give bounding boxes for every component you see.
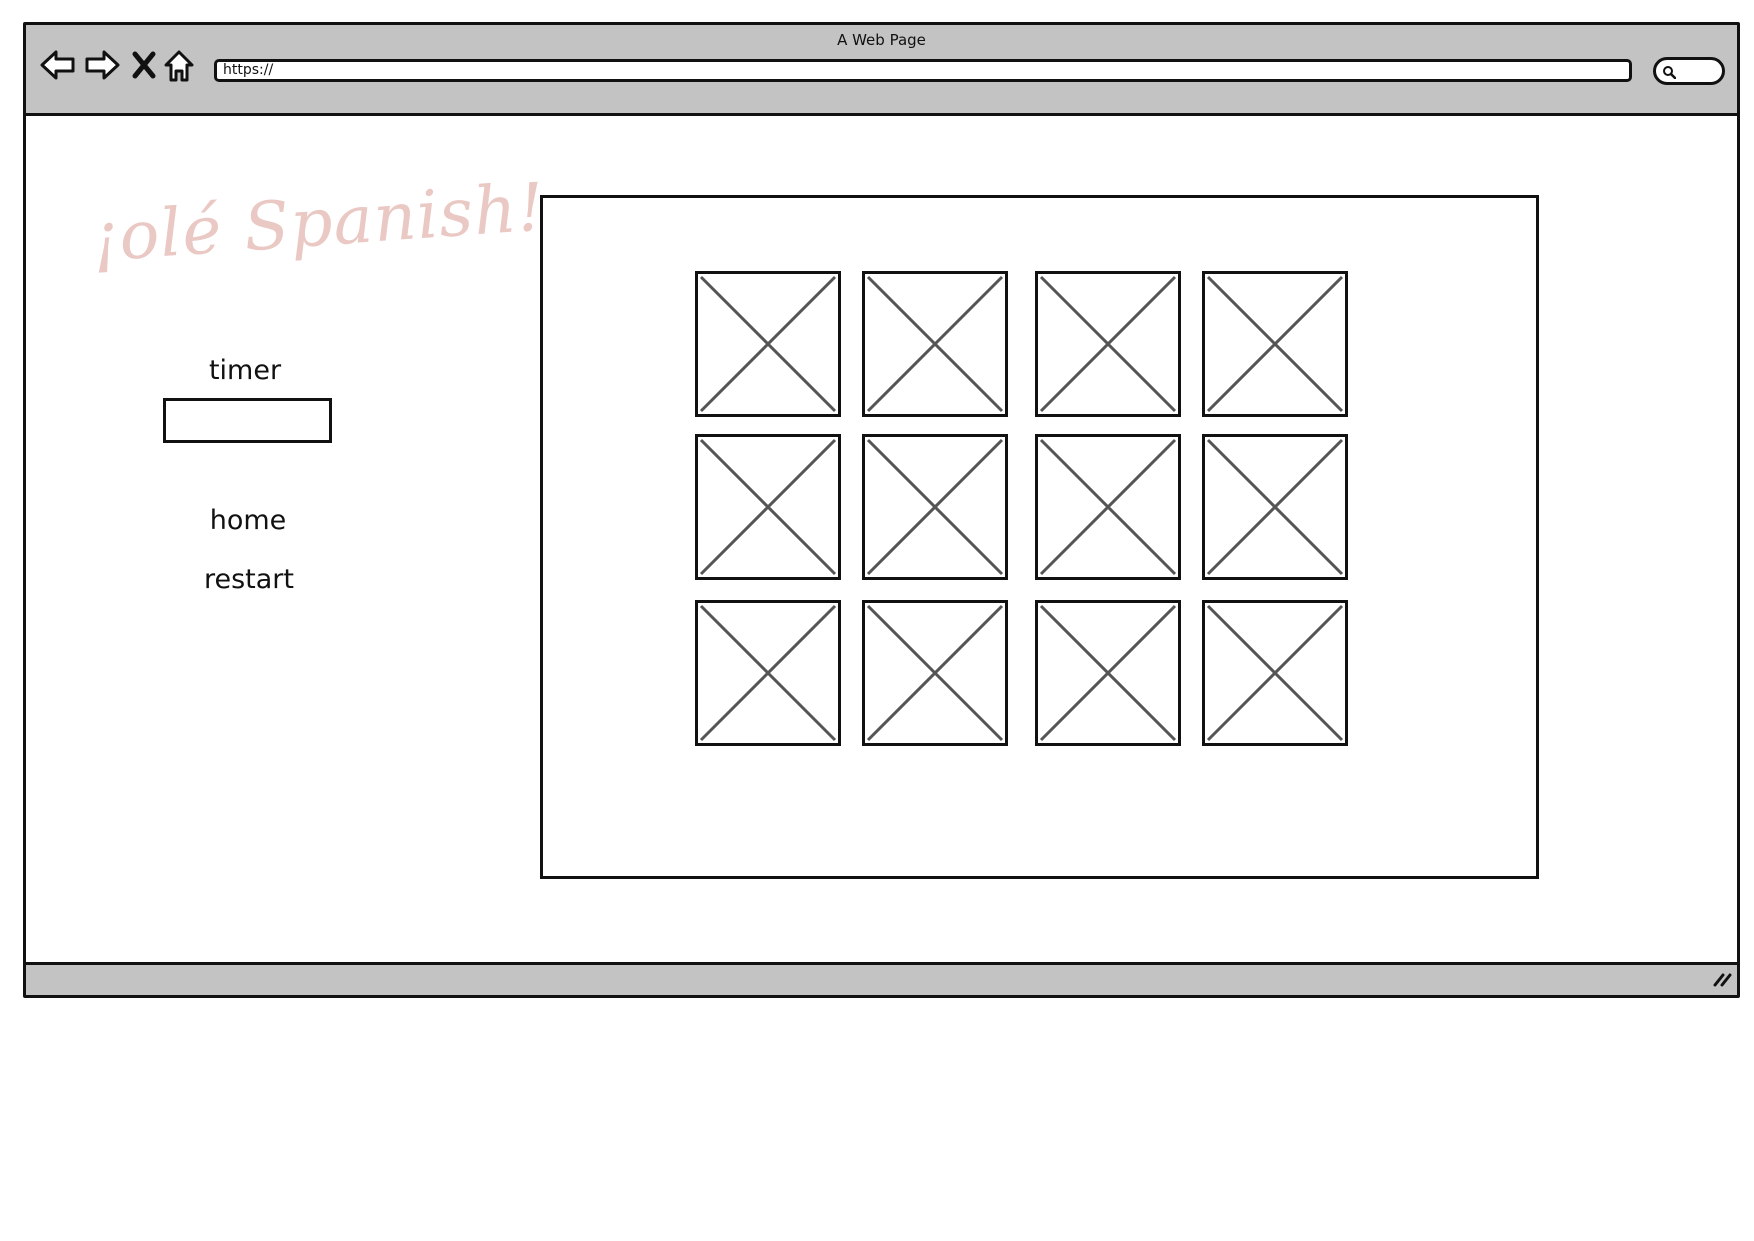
memory-card[interactable] bbox=[1035, 434, 1181, 580]
window-title: A Web Page bbox=[837, 31, 926, 49]
game-board bbox=[540, 195, 1539, 879]
close-icon[interactable] bbox=[132, 49, 156, 85]
image-placeholder-icon bbox=[866, 438, 1004, 576]
memory-card[interactable] bbox=[1035, 271, 1181, 417]
timer-display bbox=[163, 398, 332, 443]
image-placeholder-icon bbox=[1206, 604, 1344, 742]
memory-card[interactable] bbox=[695, 271, 841, 417]
memory-card[interactable] bbox=[1202, 600, 1348, 746]
image-placeholder-icon bbox=[866, 604, 1004, 742]
browser-toolbar: A Web Page https:// bbox=[26, 25, 1737, 116]
image-placeholder-icon bbox=[1039, 438, 1177, 576]
memory-card[interactable] bbox=[695, 434, 841, 580]
memory-card[interactable] bbox=[862, 600, 1008, 746]
back-arrow-icon[interactable] bbox=[40, 49, 76, 85]
page: A Web Page https:// ¡olé Spanish! timer … bbox=[0, 0, 1754, 1241]
memory-card[interactable] bbox=[1035, 600, 1181, 746]
image-placeholder-icon bbox=[866, 275, 1004, 413]
search-icon bbox=[1663, 66, 1676, 79]
home-link[interactable]: home bbox=[148, 505, 348, 536]
status-bar bbox=[26, 962, 1737, 995]
app-logo: ¡olé Spanish! bbox=[89, 168, 548, 277]
home-icon[interactable] bbox=[164, 49, 194, 87]
memory-card[interactable] bbox=[695, 600, 841, 746]
image-placeholder-icon bbox=[1039, 604, 1177, 742]
image-placeholder-icon bbox=[1206, 275, 1344, 413]
image-placeholder-icon bbox=[699, 604, 837, 742]
image-placeholder-icon bbox=[1039, 275, 1177, 413]
search-button[interactable] bbox=[1653, 57, 1725, 85]
memory-card[interactable] bbox=[1202, 434, 1348, 580]
url-input[interactable]: https:// bbox=[214, 59, 1632, 82]
restart-link[interactable]: restart bbox=[149, 564, 349, 595]
memory-card[interactable] bbox=[862, 434, 1008, 580]
image-placeholder-icon bbox=[1206, 438, 1344, 576]
timer-label: timer bbox=[208, 355, 282, 386]
image-placeholder-icon bbox=[699, 438, 837, 576]
forward-arrow-icon[interactable] bbox=[84, 49, 120, 85]
image-placeholder-icon bbox=[699, 275, 837, 413]
memory-card[interactable] bbox=[862, 271, 1008, 417]
browser-window: A Web Page https:// ¡olé Spanish! timer … bbox=[23, 22, 1740, 998]
memory-card[interactable] bbox=[1202, 271, 1348, 417]
resize-grip-icon[interactable] bbox=[1711, 970, 1733, 992]
